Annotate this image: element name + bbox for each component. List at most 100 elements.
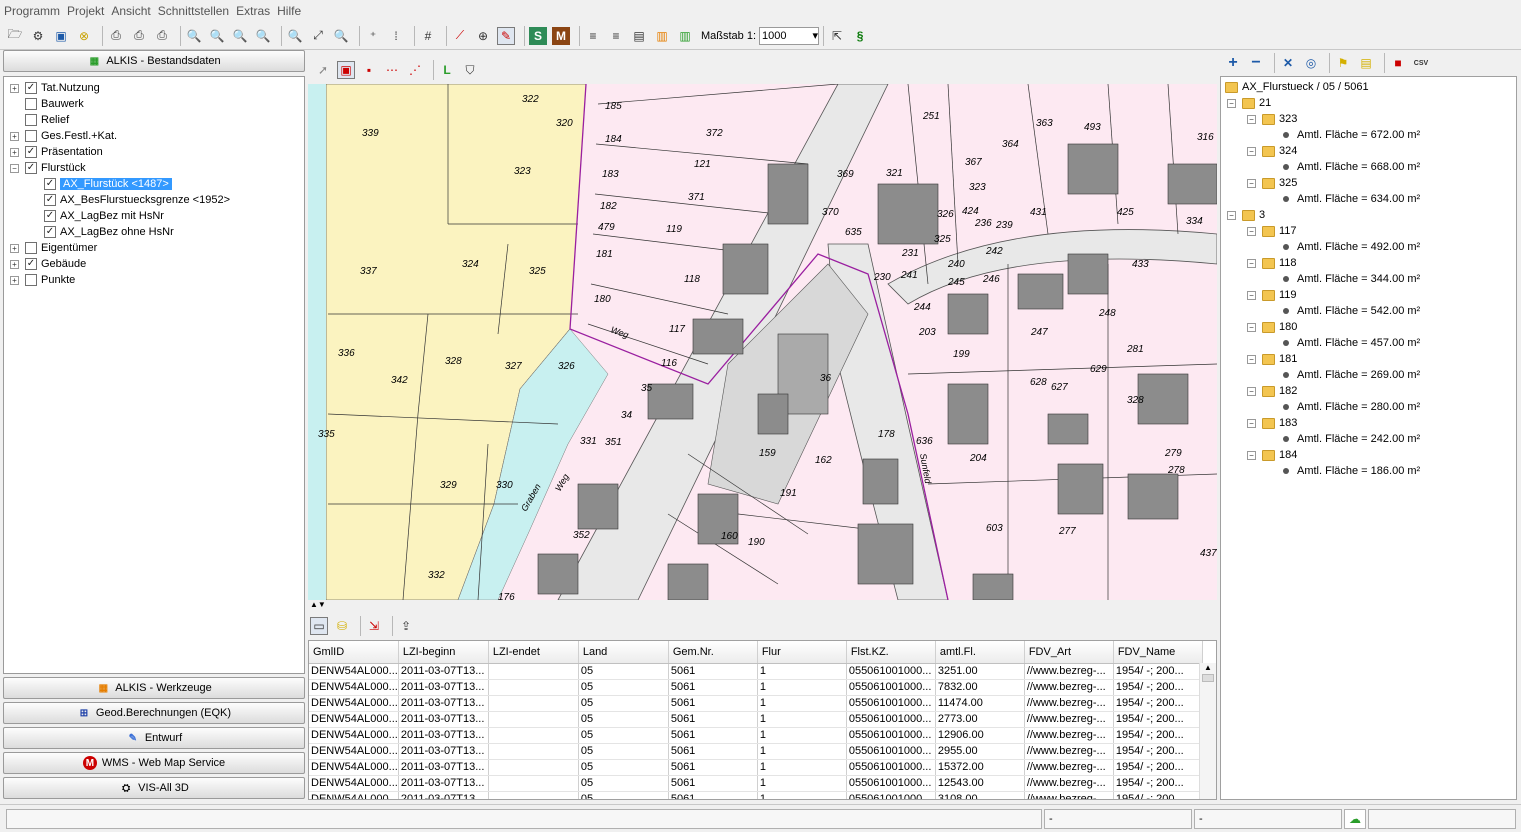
- print-icon[interactable]: ⎙: [107, 27, 125, 45]
- settings-gear-icon[interactable]: ⚙: [29, 27, 47, 45]
- layer-tree-item[interactable]: ✓ AX_BesFlurstuecksgrenze <1952>: [44, 192, 230, 208]
- layer-checkbox[interactable]: ✓: [44, 194, 56, 206]
- upload-icon[interactable]: ⇪: [397, 617, 415, 635]
- map-view[interactable]: 322 320 185 372 339 184 121 183 323 371 …: [308, 84, 1217, 600]
- tree-collapse-icon[interactable]: −: [1247, 226, 1256, 236]
- tree-collapse-icon[interactable]: −: [1247, 418, 1256, 428]
- tree-expander-icon[interactable]: +: [10, 131, 19, 141]
- table-row[interactable]: DENW54AL000... 2011-03-07T13... 05 5061 1 055…: [309, 711, 1203, 728]
- cadastral-map[interactable]: 322 320 185 372 339 184 121 183 323 371 …: [308, 84, 1217, 600]
- tree-expand-icon[interactable]: ▤: [1357, 54, 1375, 72]
- list-colored-icon[interactable]: ≡: [607, 27, 625, 45]
- color-bars-icon[interactable]: ▥: [676, 27, 694, 45]
- table-row[interactable]: DENW54AL000 2011-03-07T13 05 5061 1 055061001…: [309, 791, 1203, 799]
- result-group[interactable]: − 21: [1227, 95, 1271, 111]
- printer-setup-icon[interactable]: ⎙: [153, 27, 171, 45]
- menu-hilfe[interactable]: Hilfe: [277, 4, 301, 18]
- layer-checkbox[interactable]: ✓: [25, 162, 37, 174]
- result-attribute[interactable]: Amtl. Fläche = 242.00 m²: [1283, 431, 1420, 447]
- tree-collapse-icon[interactable]: −: [1227, 210, 1236, 220]
- tree-collapse-icon[interactable]: −: [1247, 178, 1256, 188]
- column-header[interactable]: Flst.KZ.: [846, 641, 936, 664]
- scroll-thumb[interactable]: [1202, 674, 1214, 682]
- result-parcel[interactable]: − 119: [1247, 287, 1297, 303]
- print-preview-icon[interactable]: ⎙: [130, 27, 148, 45]
- tree-collapse-icon[interactable]: −: [1247, 146, 1256, 156]
- menu-projekt[interactable]: Projekt: [67, 4, 104, 18]
- layer-checkbox[interactable]: [25, 274, 37, 286]
- geod-berechnungen-button[interactable]: ⊞ Geod.Berechnungen (EQK): [3, 702, 305, 724]
- layer-tree-item[interactable]: + Punkte: [10, 272, 75, 288]
- table-row[interactable]: DENW54AL000... 2011-03-07T13... 05 5061 1 055…: [309, 759, 1203, 776]
- select-add-icon[interactable]: ▪: [360, 61, 378, 79]
- layer-checkbox[interactable]: ✓: [44, 210, 56, 222]
- table-row[interactable]: DENW54AL000... 2011-03-07T13... 05 5061 1 055…: [309, 695, 1203, 712]
- column-header[interactable]: FDV_Name: [1113, 641, 1203, 664]
- tree-collapse-icon[interactable]: −: [1247, 114, 1256, 124]
- layer-tree-item[interactable]: Relief: [10, 112, 69, 128]
- result-attribute[interactable]: Amtl. Fläche = 269.00 m²: [1283, 367, 1420, 383]
- colored-squares-icon[interactable]: ■: [1389, 54, 1407, 72]
- result-parcel[interactable]: − 180: [1247, 319, 1297, 335]
- menu-ansicht[interactable]: Ansicht: [111, 4, 150, 18]
- layer-checkbox[interactable]: ✓: [25, 82, 37, 94]
- measure-line-icon[interactable]: ⟋: [451, 27, 469, 45]
- save-icon[interactable]: ▣: [52, 27, 70, 45]
- grid-scrollbar[interactable]: ▲: [1199, 663, 1216, 799]
- result-attribute[interactable]: Amtl. Fläche = 492.00 m²: [1283, 239, 1420, 255]
- tree-expander-icon[interactable]: +: [10, 83, 19, 93]
- target-icon[interactable]: ◎: [1302, 54, 1320, 72]
- plus-icon[interactable]: +: [1224, 54, 1242, 72]
- tree-collapse-icon[interactable]: −: [1247, 354, 1256, 364]
- zoom-selection-icon[interactable]: 🔍: [332, 27, 350, 45]
- column-header[interactable]: LZI-beginn: [398, 641, 489, 664]
- layer-tree-item[interactable]: + ✓ Tat.Nutzung: [10, 80, 100, 96]
- table-view-icon[interactable]: ▭: [310, 616, 328, 635]
- measure-area-icon[interactable]: ⊕: [474, 27, 492, 45]
- column-header[interactable]: GmlID: [309, 641, 399, 664]
- column-header[interactable]: Land: [578, 641, 669, 664]
- layer-checkbox[interactable]: [25, 98, 37, 110]
- zoom-all-icon[interactable]: 🔍: [286, 27, 304, 45]
- layer-checkbox[interactable]: [25, 242, 37, 254]
- layer-l-icon[interactable]: L: [438, 61, 456, 79]
- alkis-werkzeuge-button[interactable]: ▦ ALKIS - Werkzeuge: [3, 677, 305, 699]
- scroll-up-icon[interactable]: ▲: [1200, 663, 1216, 672]
- point-grid-icon[interactable]: ⁞: [387, 27, 405, 45]
- layer-tree-item[interactable]: Bauwerk: [10, 96, 84, 112]
- tree-collapse-icon[interactable]: −: [1227, 98, 1236, 108]
- result-group[interactable]: −3: [1227, 207, 1265, 223]
- layer-tree-item[interactable]: ✓ AX_LagBez ohne HsNr: [44, 224, 174, 240]
- layer-tree-item[interactable]: ✓ AX_LagBez mit HsNr: [44, 208, 164, 224]
- column-header[interactable]: FDV_Art: [1024, 641, 1114, 664]
- menu-schnittstellen[interactable]: Schnittstellen: [158, 4, 229, 18]
- tree-collapse-icon[interactable]: −: [1247, 386, 1256, 396]
- table-row[interactable]: DENW54AL000... 2011-03-07T13... 05 5061 1 055…: [309, 775, 1203, 792]
- tree-expander-icon[interactable]: +: [10, 147, 19, 157]
- result-parcel[interactable]: − 182: [1247, 383, 1297, 399]
- table-row[interactable]: DENW54AL000... 2011-03-07T13... 05 5061 1 055…: [309, 663, 1203, 680]
- open-folder-icon[interactable]: 🗁: [6, 27, 24, 45]
- result-parcel[interactable]: − 117: [1247, 223, 1297, 239]
- paragraph-icon[interactable]: §: [851, 27, 869, 45]
- layer-tree-item[interactable]: + Ges.Festl.+Kat.: [10, 128, 117, 144]
- layer-checkbox[interactable]: ✓: [25, 258, 37, 270]
- tree-expander-icon[interactable]: +: [10, 275, 19, 285]
- layer-checkbox[interactable]: [25, 114, 37, 126]
- result-attribute[interactable]: Amtl. Fläche = 668.00 m²: [1283, 159, 1420, 175]
- export-icon[interactable]: ⇱: [828, 27, 846, 45]
- minus-icon[interactable]: −: [1247, 54, 1265, 72]
- result-parcel[interactable]: − 183: [1247, 415, 1297, 431]
- tree-collapse-icon[interactable]: −: [1247, 322, 1256, 332]
- table-row[interactable]: DENW54AL000... 2011-03-07T13... 05 5061 1 055…: [309, 679, 1203, 696]
- wms-button[interactable]: M WMS - Web Map Service: [3, 752, 305, 774]
- result-parcel[interactable]: − 324: [1247, 143, 1297, 159]
- tree-expander-icon[interactable]: +: [10, 259, 19, 269]
- result-parcel[interactable]: − 184: [1247, 447, 1297, 463]
- layer-checkbox[interactable]: ✓: [44, 178, 56, 190]
- alkis-bestandsdaten-button[interactable]: ▦ ALKIS - Bestandsdaten: [3, 50, 305, 72]
- tree-collapse-icon[interactable]: −: [1247, 258, 1256, 268]
- result-parcel[interactable]: − 325: [1247, 175, 1297, 191]
- table-row[interactable]: DENW54AL000... 2011-03-07T13... 05 5061 1 055…: [309, 727, 1203, 744]
- list-icon[interactable]: ≡: [584, 27, 602, 45]
